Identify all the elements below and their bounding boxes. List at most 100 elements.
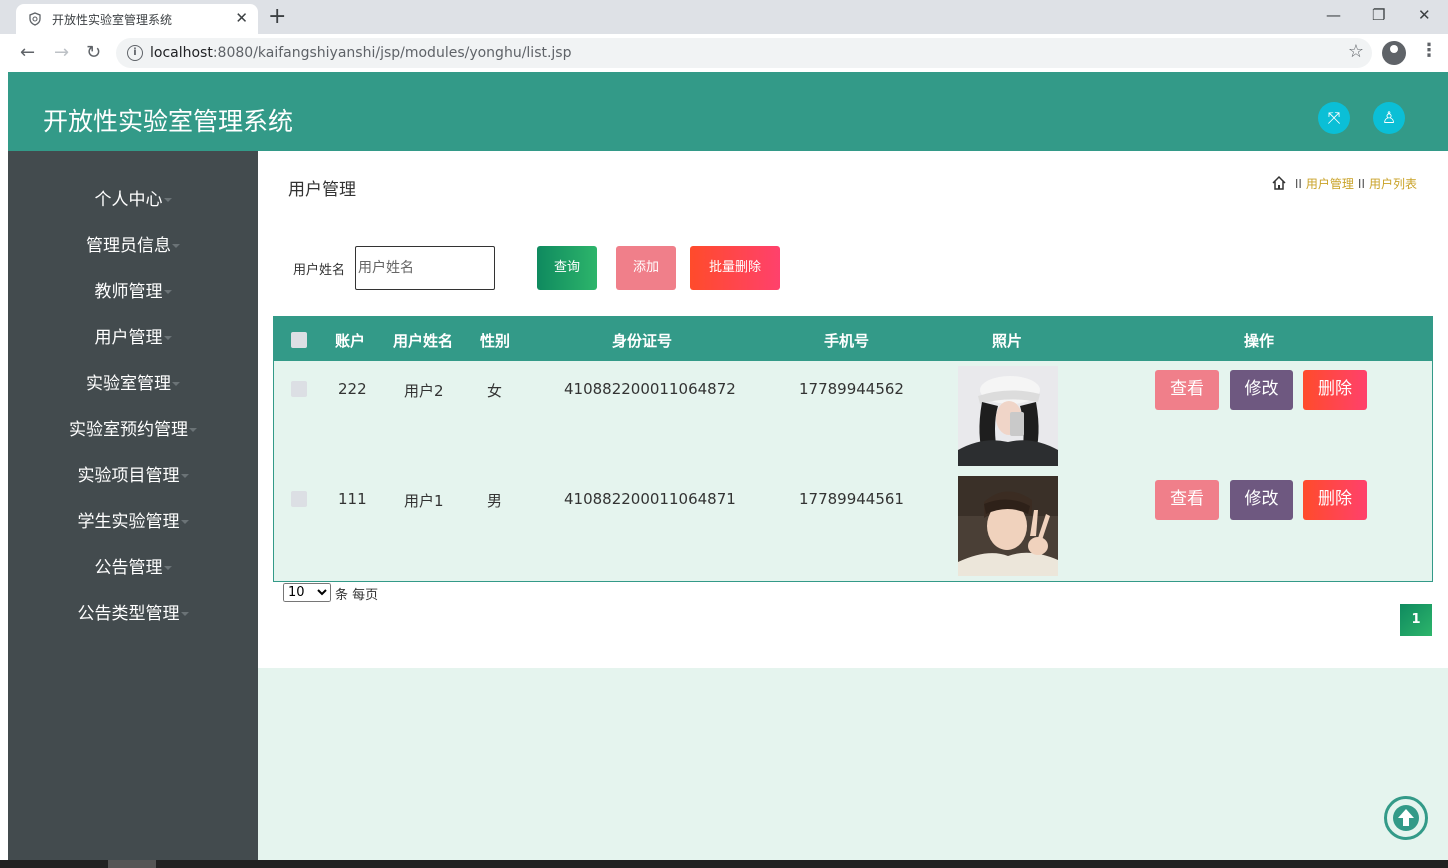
url-text: localhost:8080/kaifangshiyanshi/jsp/modu… bbox=[150, 45, 572, 61]
sidebar-item-admin-info[interactable]: 管理员信息 bbox=[8, 231, 258, 256]
forward-icon[interactable]: → bbox=[54, 40, 69, 66]
url-path: :8080/kaifangshiyanshi/jsp/modules/yongh… bbox=[212, 45, 572, 61]
cell-account: 111 bbox=[338, 490, 367, 508]
page-title: 用户管理 bbox=[288, 180, 356, 200]
home-icon[interactable] bbox=[1271, 175, 1287, 191]
cell-phone: 17789944561 bbox=[799, 490, 904, 508]
sidebar-item-lab-mgmt[interactable]: 实验室管理 bbox=[8, 369, 258, 394]
url-host: localhost bbox=[150, 45, 213, 61]
breadcrumb-separator: II bbox=[1294, 177, 1302, 191]
tab-title: 开放性实验室管理系统 bbox=[52, 13, 173, 27]
sidebar-item-project-mgmt[interactable]: 实验项目管理 bbox=[8, 461, 258, 486]
page-size-suffix: 条 每页 bbox=[335, 588, 379, 603]
column-header-gender: 性别 bbox=[480, 332, 511, 350]
browser-tab[interactable]: 开放性实验室管理系统 ✕ bbox=[16, 4, 258, 34]
cell-gender: 男 bbox=[487, 492, 503, 510]
sidebar: 个人中心 管理员信息 教师管理 用户管理 实验室管理 实验室预约管理 实验项目管… bbox=[8, 151, 258, 868]
sidebar-item-student-experiment[interactable]: 学生实验管理 bbox=[8, 507, 258, 532]
sidebar-item-user-mgmt[interactable]: 用户管理 bbox=[8, 323, 258, 348]
cell-gender: 女 bbox=[487, 382, 503, 400]
os-taskbar bbox=[0, 860, 1448, 868]
breadcrumb-user-mgmt[interactable]: 用户管理 bbox=[1306, 177, 1354, 191]
sidebar-item-label: 实验室管理 bbox=[86, 374, 171, 394]
caret-down-icon bbox=[163, 336, 172, 340]
caret-down-icon bbox=[189, 428, 197, 432]
new-tab-button[interactable]: + bbox=[268, 4, 286, 30]
sidebar-item-label: 用户管理 bbox=[94, 328, 163, 348]
select-all-checkbox[interactable] bbox=[291, 332, 307, 348]
close-tab-icon[interactable]: ✕ bbox=[235, 9, 248, 27]
sidebar-item-label: 实验室预约管理 bbox=[69, 420, 188, 440]
row-checkbox[interactable] bbox=[291, 491, 307, 507]
back-to-top-button[interactable] bbox=[1384, 796, 1428, 840]
view-button[interactable]: 查看 bbox=[1155, 370, 1219, 410]
column-header-phone: 手机号 bbox=[824, 332, 870, 350]
column-header-actions: 操作 bbox=[1244, 332, 1275, 350]
bookmark-star-icon[interactable]: ☆ bbox=[1348, 41, 1364, 62]
caret-down-icon bbox=[180, 474, 189, 478]
query-button[interactable]: 查询 bbox=[537, 246, 597, 290]
edit-button[interactable]: 修改 bbox=[1230, 370, 1293, 410]
user-photo[interactable] bbox=[958, 476, 1058, 576]
cell-id-card: 410882200011064871 bbox=[564, 490, 736, 508]
window-close-icon[interactable]: ✕ bbox=[1418, 2, 1431, 28]
browser-tabbar: 开放性实验室管理系统 ✕ + — ❐ ✕ bbox=[0, 0, 1448, 34]
browser-menu-icon[interactable]: ⋮ bbox=[1420, 40, 1438, 61]
search-input[interactable] bbox=[355, 246, 495, 290]
app-title: 开放性实验室管理系统 bbox=[43, 107, 294, 136]
page-size-select[interactable]: 10 bbox=[283, 583, 331, 602]
fullscreen-icon[interactable]: ⤧ bbox=[1318, 102, 1350, 134]
reload-icon[interactable]: ↻ bbox=[86, 40, 101, 66]
arrow-up-icon bbox=[1393, 805, 1419, 831]
cell-phone: 17789944562 bbox=[799, 380, 904, 398]
column-header-account: 账户 bbox=[335, 332, 366, 350]
cell-name: 用户1 bbox=[404, 492, 444, 510]
cell-id-card: 410882200011064872 bbox=[564, 380, 736, 398]
caret-down-icon bbox=[180, 520, 189, 524]
breadcrumb-user-list[interactable]: 用户列表 bbox=[1369, 177, 1417, 191]
caret-down-icon bbox=[172, 382, 180, 386]
user-photo[interactable] bbox=[958, 366, 1058, 466]
column-header-photo: 照片 bbox=[992, 332, 1023, 350]
column-header-id-card: 身份证号 bbox=[612, 332, 673, 350]
sidebar-item-label: 公告类型管理 bbox=[77, 604, 180, 624]
sidebar-item-lab-booking[interactable]: 实验室预约管理 bbox=[8, 415, 258, 440]
table-row: 111 用户1 男 410882200011064871 17789944561… bbox=[274, 472, 1432, 582]
delete-button[interactable]: 删除 bbox=[1303, 370, 1367, 410]
cell-account: 222 bbox=[338, 380, 367, 398]
caret-down-icon bbox=[172, 244, 180, 248]
profile-icon[interactable] bbox=[1382, 41, 1406, 65]
batch-delete-button[interactable]: 批量删除 bbox=[690, 246, 780, 290]
browser-toolbar: ← → ↻ i localhost:8080/kaifangshiyanshi/… bbox=[0, 34, 1448, 72]
address-bar[interactable]: i localhost:8080/kaifangshiyanshi/jsp/mo… bbox=[116, 38, 1372, 68]
search-label: 用户姓名 bbox=[293, 263, 346, 278]
minimize-icon[interactable]: — bbox=[1326, 2, 1341, 28]
view-button[interactable]: 查看 bbox=[1155, 480, 1219, 520]
sidebar-item-notice-mgmt[interactable]: 公告管理 bbox=[8, 553, 258, 578]
sidebar-item-teacher-mgmt[interactable]: 教师管理 bbox=[8, 277, 258, 302]
caret-down-icon bbox=[180, 612, 189, 616]
row-checkbox[interactable] bbox=[291, 381, 307, 397]
sidebar-item-notice-type[interactable]: 公告类型管理 bbox=[8, 599, 258, 624]
restore-icon[interactable]: ❐ bbox=[1372, 2, 1385, 28]
breadcrumb: II 用户管理 II 用户列表 bbox=[1271, 175, 1417, 192]
sidebar-item-label: 个人中心 bbox=[94, 190, 163, 210]
user-icon[interactable]: ♙ bbox=[1373, 102, 1405, 134]
table-row: 222 用户2 女 410882200011064872 17789944562… bbox=[274, 362, 1432, 472]
table-header: 账户 用户姓名 性别 身份证号 手机号 照片 操作 bbox=[274, 317, 1432, 361]
info-icon[interactable]: i bbox=[127, 45, 143, 61]
taskbar-item[interactable] bbox=[108, 860, 156, 868]
breadcrumb-separator: II bbox=[1357, 177, 1365, 191]
app-header: 开放性实验室管理系统 ⤧ ♙ bbox=[8, 72, 1448, 151]
sidebar-item-personal-center[interactable]: 个人中心 bbox=[8, 185, 258, 210]
add-button[interactable]: 添加 bbox=[616, 246, 676, 290]
caret-down-icon bbox=[163, 566, 172, 570]
caret-down-icon bbox=[163, 290, 172, 294]
page-button-current[interactable]: 1 bbox=[1400, 604, 1432, 636]
caret-down-icon bbox=[163, 198, 172, 202]
cell-name: 用户2 bbox=[404, 382, 444, 400]
shield-icon bbox=[29, 12, 41, 26]
back-icon[interactable]: ← bbox=[20, 40, 35, 66]
delete-button[interactable]: 删除 bbox=[1303, 480, 1367, 520]
edit-button[interactable]: 修改 bbox=[1230, 480, 1293, 520]
